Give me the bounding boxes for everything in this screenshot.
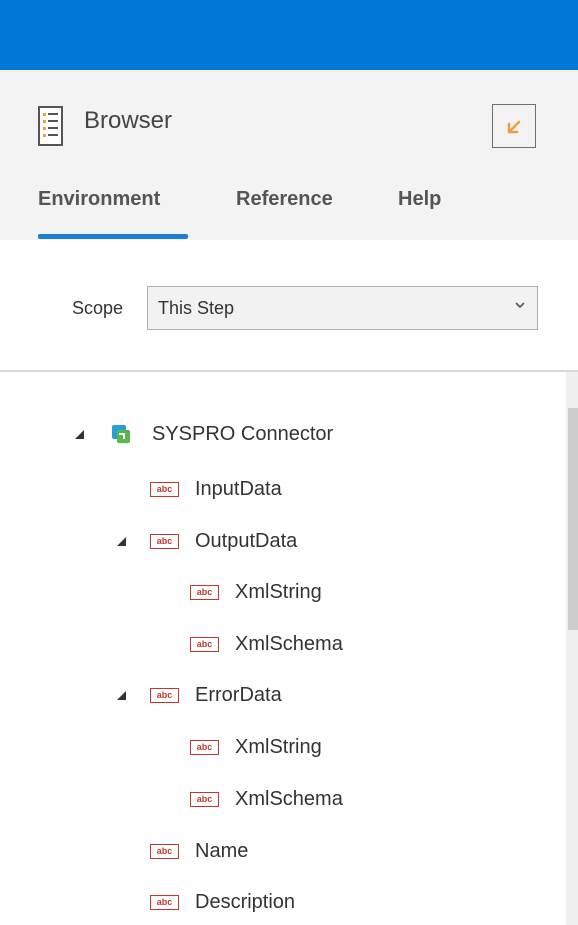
chevron-down-icon bbox=[515, 302, 525, 309]
connector-icon bbox=[112, 425, 130, 443]
abc-icon: abc bbox=[150, 687, 179, 703]
tree-node-label: Name bbox=[195, 840, 249, 862]
tree-node-description[interactable]: abc Description bbox=[114, 885, 295, 919]
abc-icon: abc bbox=[150, 843, 179, 859]
abc-icon: abc bbox=[150, 481, 179, 497]
active-tab-indicator bbox=[38, 234, 188, 239]
tab-reference[interactable]: Reference bbox=[236, 184, 333, 214]
tree-node-label: XmlString bbox=[235, 581, 322, 603]
scope-label: Scope bbox=[72, 298, 124, 318]
tree-node-label: XmlSchema bbox=[235, 788, 343, 810]
dock-button[interactable] bbox=[492, 104, 536, 148]
expanded-triangle-icon[interactable] bbox=[72, 427, 86, 441]
expanded-triangle-icon[interactable] bbox=[114, 534, 128, 548]
tree-node-xmlschema[interactable]: abc XmlSchema bbox=[154, 627, 343, 661]
scope-dropdown[interactable]: This Step bbox=[147, 286, 538, 330]
tab-help[interactable]: Help bbox=[398, 184, 441, 214]
scope-selected-value: This Step bbox=[158, 298, 235, 318]
abc-icon: abc bbox=[150, 533, 179, 549]
title-bar bbox=[0, 0, 578, 70]
panel-title: Browser bbox=[84, 107, 173, 134]
list-document-icon bbox=[38, 106, 63, 146]
tree-node-label: Description bbox=[195, 891, 296, 913]
abc-icon: abc bbox=[190, 636, 219, 652]
expanded-triangle-icon[interactable] bbox=[114, 688, 128, 702]
vertical-scrollbar[interactable] bbox=[566, 372, 578, 925]
tree-node-xmlstring[interactable]: abc XmlString bbox=[154, 575, 322, 609]
tree-node-label: XmlSchema bbox=[235, 633, 343, 655]
variable-tree: SYSPRO Connector abc InputData abc Outpu… bbox=[0, 372, 565, 925]
tree-node-inputdata[interactable]: abc InputData bbox=[114, 472, 282, 506]
tree-node-xmlstring[interactable]: abc XmlString bbox=[154, 730, 322, 764]
abc-icon: abc bbox=[190, 739, 219, 755]
tree-node-label: ErrorData bbox=[195, 684, 282, 706]
tree-node-name[interactable]: abc Name bbox=[114, 834, 248, 868]
tree-node-xmlschema[interactable]: abc XmlSchema bbox=[154, 782, 343, 816]
tree-node-label: SYSPRO Connector bbox=[152, 423, 334, 445]
tab-environment[interactable]: Environment bbox=[38, 184, 160, 214]
browser-header bbox=[0, 70, 578, 240]
abc-icon: abc bbox=[190, 791, 219, 807]
abc-icon: abc bbox=[190, 584, 219, 600]
tree-node-label: InputData bbox=[195, 478, 282, 500]
scrollbar-thumb[interactable] bbox=[568, 408, 578, 630]
tree-node-errordata[interactable]: abc ErrorData bbox=[114, 678, 282, 712]
tree-node-label: XmlString bbox=[235, 736, 322, 758]
tree-node-outputdata[interactable]: abc OutputData bbox=[114, 524, 297, 558]
tree-node-syspro-connector[interactable]: SYSPRO Connector bbox=[72, 417, 333, 451]
tree-node-label: OutputData bbox=[195, 530, 298, 552]
dock-arrow-icon bbox=[507, 120, 521, 134]
abc-icon: abc bbox=[150, 894, 179, 910]
